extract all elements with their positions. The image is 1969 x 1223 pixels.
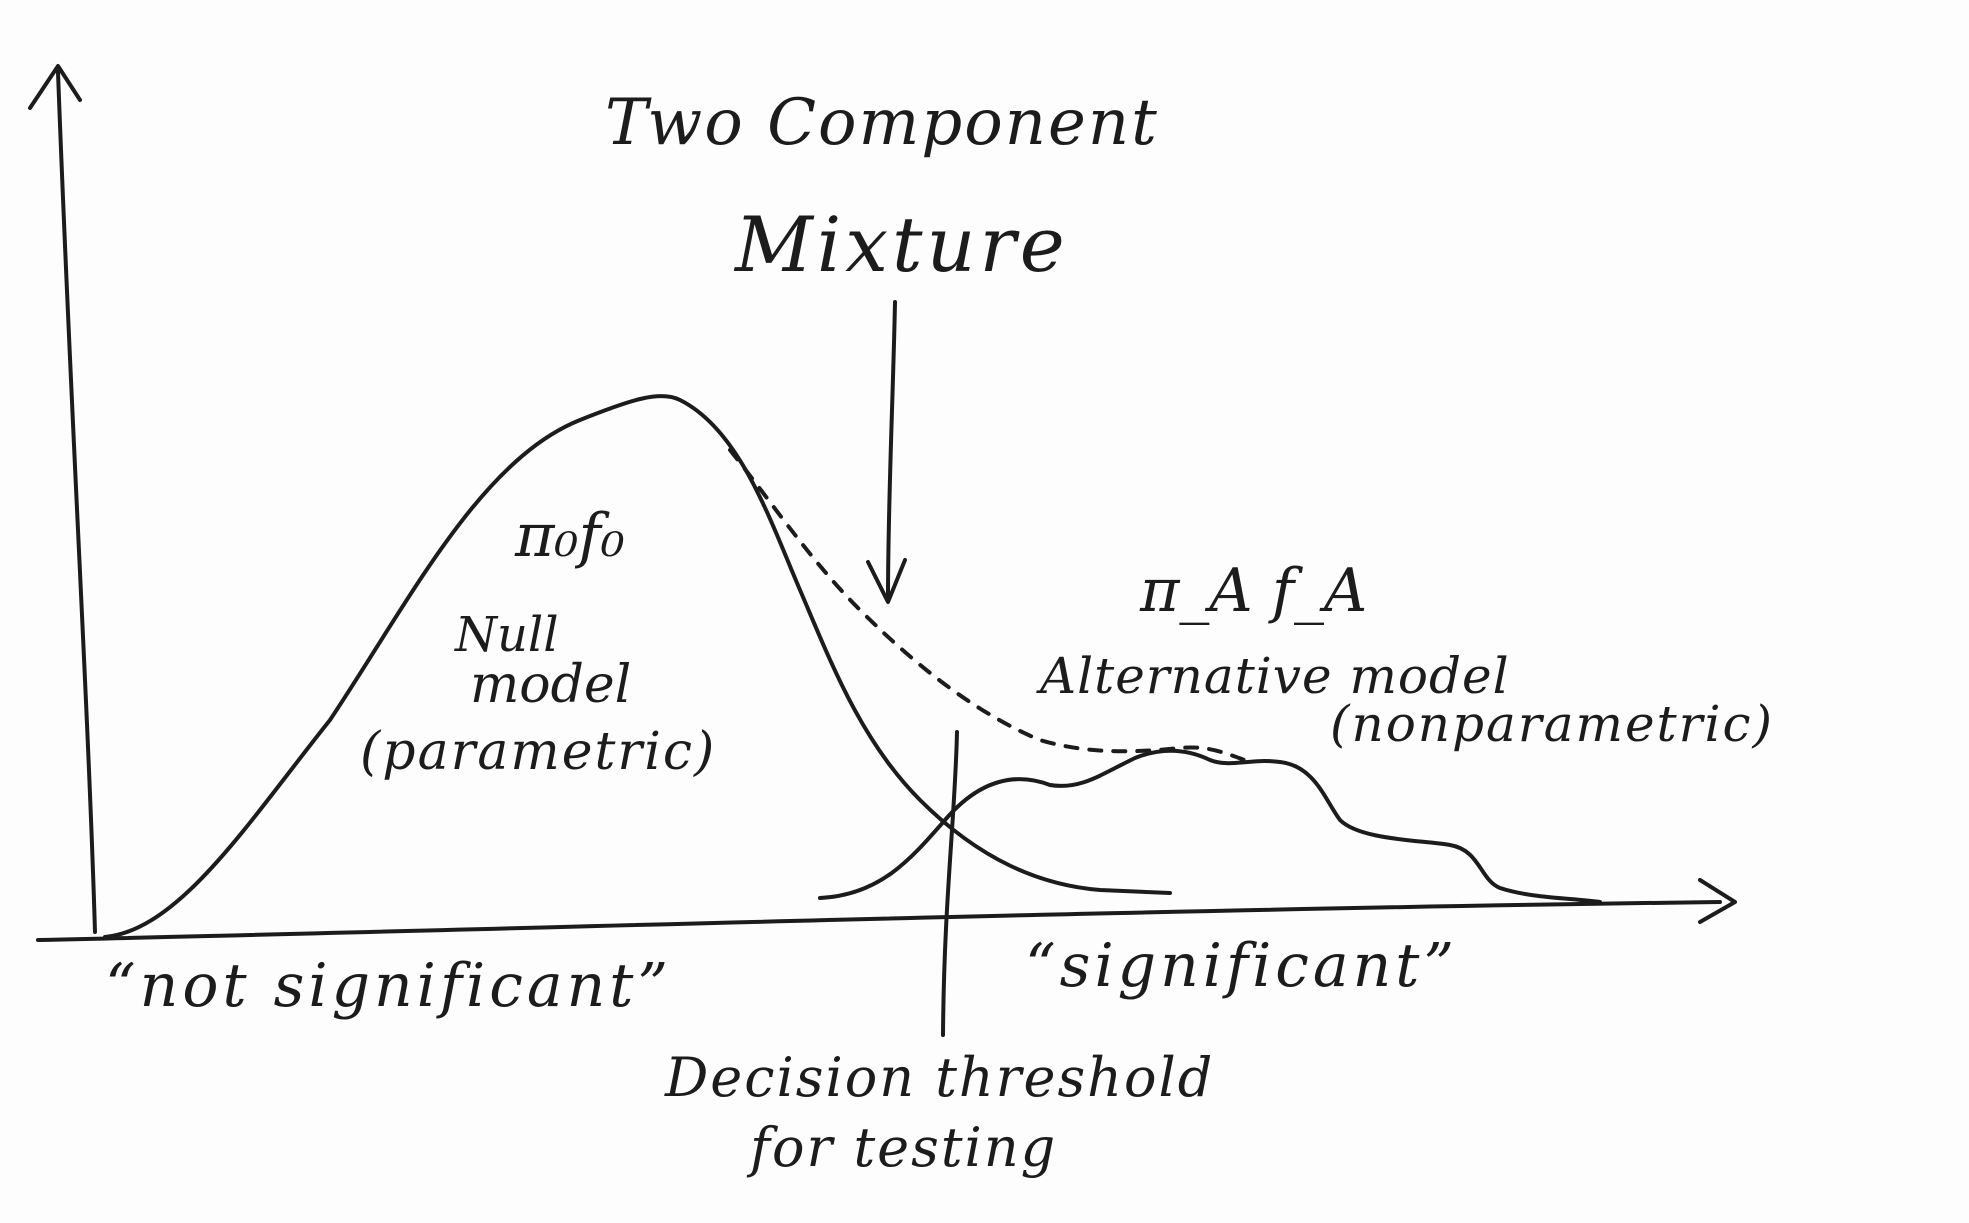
x-axis — [36, 900, 1722, 942]
null-density-curve — [103, 394, 1172, 939]
threshold-label-line1: Decision threshold — [665, 1046, 1215, 1109]
y-axis-arrowhead — [28, 64, 82, 110]
significant-region-label: “significant” — [1025, 931, 1459, 1001]
alternative-component-symbol: π_A f_A — [1140, 556, 1368, 626]
null-model-label-line2: model — [470, 655, 632, 715]
hand-drawn-diagram: Two Component Mixture π₀f₀ Null model (p… — [0, 0, 1969, 1223]
null-component-symbol: π₀f₀ — [515, 501, 625, 571]
diagram-title-line1: Two Component — [605, 86, 1159, 160]
mixture-pointer-arrow — [886, 300, 897, 600]
diagram-drawing — [28, 64, 1737, 1037]
decision-threshold-line — [941, 730, 959, 1037]
alternative-density-curve — [818, 748, 1602, 904]
null-model-label-line1: Null — [455, 607, 559, 663]
alternative-model-label-line2: (nonparametric) — [1330, 695, 1775, 753]
y-axis — [56, 70, 97, 934]
null-model-label-line3: (parametric) — [360, 722, 717, 782]
diagram-title-line2: Mixture — [735, 200, 1069, 289]
threshold-label-line2: for testing — [750, 1116, 1058, 1179]
not-significant-region-label: “not significant” — [105, 951, 673, 1021]
